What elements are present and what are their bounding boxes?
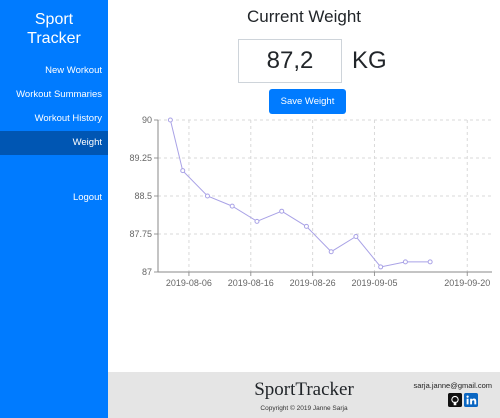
weight-data-point xyxy=(402,259,408,265)
weight-data-point xyxy=(254,218,260,224)
x-tick-label: 2019-08-26 xyxy=(290,278,336,288)
weight-data-point xyxy=(180,168,186,174)
sidebar-item-weight[interactable]: Weight xyxy=(0,131,108,155)
x-tick-label: 2019-08-16 xyxy=(228,278,274,288)
y-tick-label: 89.25 xyxy=(129,153,152,163)
y-tick-label: 87 xyxy=(142,267,152,277)
weight-data-point xyxy=(167,117,173,123)
sidebar-nav: New Workout Workout Summaries Workout Hi… xyxy=(0,59,108,155)
y-tick-label: 90 xyxy=(142,115,152,125)
brand-line-2: Tracker xyxy=(27,30,81,47)
brand-line-1: Sport xyxy=(34,11,74,28)
weight-data-point xyxy=(303,223,309,229)
x-tick-label: 2019-09-20 xyxy=(444,278,490,288)
sidebar-item-workout-summaries[interactable]: Workout Summaries xyxy=(0,83,108,107)
weight-data-point xyxy=(204,193,210,199)
weight-unit-label: KG xyxy=(352,47,387,74)
contact-email: sarja.janne@gmail.com xyxy=(413,381,492,390)
weight-input[interactable] xyxy=(238,39,342,83)
weight-data-point xyxy=(328,249,334,255)
x-tick-label: 2019-09-05 xyxy=(351,278,397,288)
y-tick-label: 88.5 xyxy=(134,191,152,201)
sidebar-item-workout-history[interactable]: Workout History xyxy=(0,107,108,131)
linkedin-icon[interactable] xyxy=(464,393,478,407)
github-icon[interactable] xyxy=(448,393,462,407)
brand-title[interactable]: Sport Tracker xyxy=(0,10,108,48)
sidebar: Sport Tracker New Workout Workout Summar… xyxy=(0,0,108,418)
weight-series-line xyxy=(169,119,431,268)
weight-chart: 90 89.25 88.5 87.75 87 2019-08-06 2019-08-16 20… xyxy=(129,115,492,288)
weight-data-point xyxy=(427,259,433,265)
sidebar-item-new-workout[interactable]: New Workout xyxy=(0,59,108,83)
footer: SportTracker Copyright © 2019 Janne Sarj… xyxy=(108,372,500,418)
x-tick-label: 2019-08-06 xyxy=(166,278,212,288)
logout-link[interactable]: Logout xyxy=(73,186,102,210)
copyright-text: Copyright © 2019 Janne Sarja xyxy=(260,405,348,412)
weight-data-point xyxy=(279,208,285,214)
weight-data-point xyxy=(378,264,384,270)
social-links xyxy=(448,393,478,407)
weight-data-point xyxy=(229,203,235,209)
page-title: Current Weight xyxy=(246,7,361,26)
weight-data-point xyxy=(353,234,359,240)
y-tick-label: 87.75 xyxy=(129,229,152,239)
